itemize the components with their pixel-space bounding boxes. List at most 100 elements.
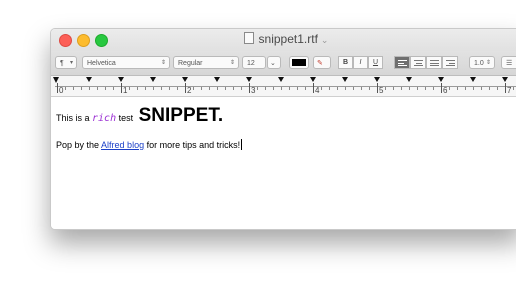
ruler-minor-tick [137,87,138,90]
ruler-minor-tick [457,87,458,90]
ruler-major-tick [121,83,122,93]
tab-stop-marker[interactable] [150,77,156,82]
ruler-minor-tick [225,87,226,90]
ruler-minor-tick [97,87,98,90]
ruler-minor-tick [289,87,290,90]
tab-stop-marker[interactable] [342,77,348,82]
ruler-minor-tick [513,87,514,90]
align-right-icon [446,60,455,68]
dropdown-arrow-icon: ⇕ [229,60,235,66]
ruler-minor-tick [385,87,386,90]
ruler-minor-tick [337,87,338,90]
ruler-major-tick [185,83,186,93]
document-line-2: Pop by the Alfred blog for more tips and… [56,139,243,150]
ruler-minor-tick [145,87,146,90]
plain-text: Pop by the [56,140,102,150]
font-family-value: Helvetica [87,60,116,67]
ruler-minor-tick [89,87,90,90]
plain-text: This is a [56,113,93,123]
ruler-minor-tick [409,87,410,90]
italic-button[interactable]: I [353,56,368,69]
line-spacing-value: 1.0 [474,60,484,67]
tab-stop-marker[interactable] [246,77,252,82]
tab-stop-marker[interactable] [214,77,220,82]
document-icon [243,32,254,44]
tab-stop-marker[interactable] [182,77,188,82]
tab-stop-marker[interactable] [438,77,444,82]
window-title[interactable]: snippet1.rtf [259,32,318,46]
ruler-label: 6 [443,86,448,95]
ruler-label: 4 [315,86,320,95]
highlight-color-button[interactable]: ✎ [313,56,331,69]
textedit-window: snippet1.rtf ⌄ ¶ ▾ Helvetica ⇕ Regular ⇕ 12 … [50,28,516,230]
ruler-minor-tick [449,87,450,90]
window-title-group: snippet1.rtf ⌄ [51,32,516,46]
font-family-dropdown[interactable]: Helvetica ⇕ [82,56,170,69]
rich-styled-word: rich [92,113,117,124]
ruler-minor-tick [105,87,106,90]
ruler-label: 1 [123,86,128,95]
ruler-minor-tick [321,87,322,90]
dropdown-arrow-icon: ▾ [69,60,73,66]
ruler-minor-tick [329,87,330,90]
paragraph-style-dropdown[interactable]: ¶ ▾ [55,56,77,69]
tab-stop-marker[interactable] [86,77,92,82]
font-style-dropdown[interactable]: Regular ⇕ [173,56,239,69]
text-color-well[interactable] [289,56,309,69]
ruler-major-tick [57,83,58,93]
align-right-button[interactable] [442,56,458,69]
ruler-label: 2 [187,86,192,95]
ruler-label: 0 [59,86,64,95]
tab-stop-marker[interactable] [118,77,124,82]
ruler-minor-tick [393,87,394,90]
ruler-minor-tick [297,87,298,90]
font-size-field[interactable]: 12 [242,56,266,69]
document-line-1: This is a rich test SNIPPET. [56,105,223,127]
ruler-minor-tick [433,87,434,90]
ruler-minor-tick [425,87,426,90]
ruler-minor-tick [361,87,362,90]
ruler-minor-tick [209,87,210,90]
title-bar[interactable]: snippet1.rtf ⌄ [51,29,516,51]
ruler-minor-tick [265,87,266,90]
ruler-minor-tick [153,87,154,90]
tab-stop-marker[interactable] [374,77,380,82]
bold-button[interactable]: B [338,56,353,69]
ruler-major-tick [249,83,250,93]
first-line-indent-marker[interactable] [53,77,59,83]
ruler-minor-tick [201,87,202,90]
ruler-major-tick [505,83,506,93]
ruler-label: 3 [251,86,256,95]
align-center-button[interactable] [410,56,426,69]
line-spacing-dropdown[interactable]: 1.0 ⇕ [469,56,495,69]
ruler-minor-tick [177,87,178,90]
tab-stop-marker[interactable] [470,77,476,82]
ruler-minor-tick [161,87,162,90]
tab-stop-marker[interactable] [502,77,508,82]
align-left-button[interactable] [394,56,410,69]
alfred-blog-link[interactable]: Alfred blog [101,140,144,150]
font-size-value: 12 [247,60,255,67]
font-size-menu-button[interactable]: ⌄ [267,56,281,69]
document-text-area[interactable]: This is a rich test SNIPPET. Pop by the … [51,97,516,229]
large-bold-word: SNIPPET. [138,105,224,126]
ruler-minor-tick [113,87,114,90]
title-chevron-icon[interactable]: ⌄ [321,35,329,45]
list-bullets-dropdown[interactable]: ☰ [501,56,516,69]
font-style-value: Regular [178,60,203,67]
underline-button[interactable]: U [368,56,383,69]
ruler-minor-tick [193,87,194,90]
highlighter-icon: ✎ [317,60,323,67]
ruler-major-tick [377,83,378,93]
tab-stop-marker[interactable] [406,77,412,82]
ruler-major-tick [313,83,314,93]
align-justify-button[interactable] [426,56,442,69]
tab-stop-marker[interactable] [278,77,284,82]
ruler-minor-tick [217,87,218,90]
list-bullets-icon: ☰ [506,60,513,67]
tab-stop-marker[interactable] [310,77,316,82]
ruler-minor-tick [241,87,242,90]
ruler[interactable]: 0 1 2 3 4 5 6 7 [51,76,516,97]
ruler-label: 5 [379,86,384,95]
ruler-minor-tick [489,87,490,90]
